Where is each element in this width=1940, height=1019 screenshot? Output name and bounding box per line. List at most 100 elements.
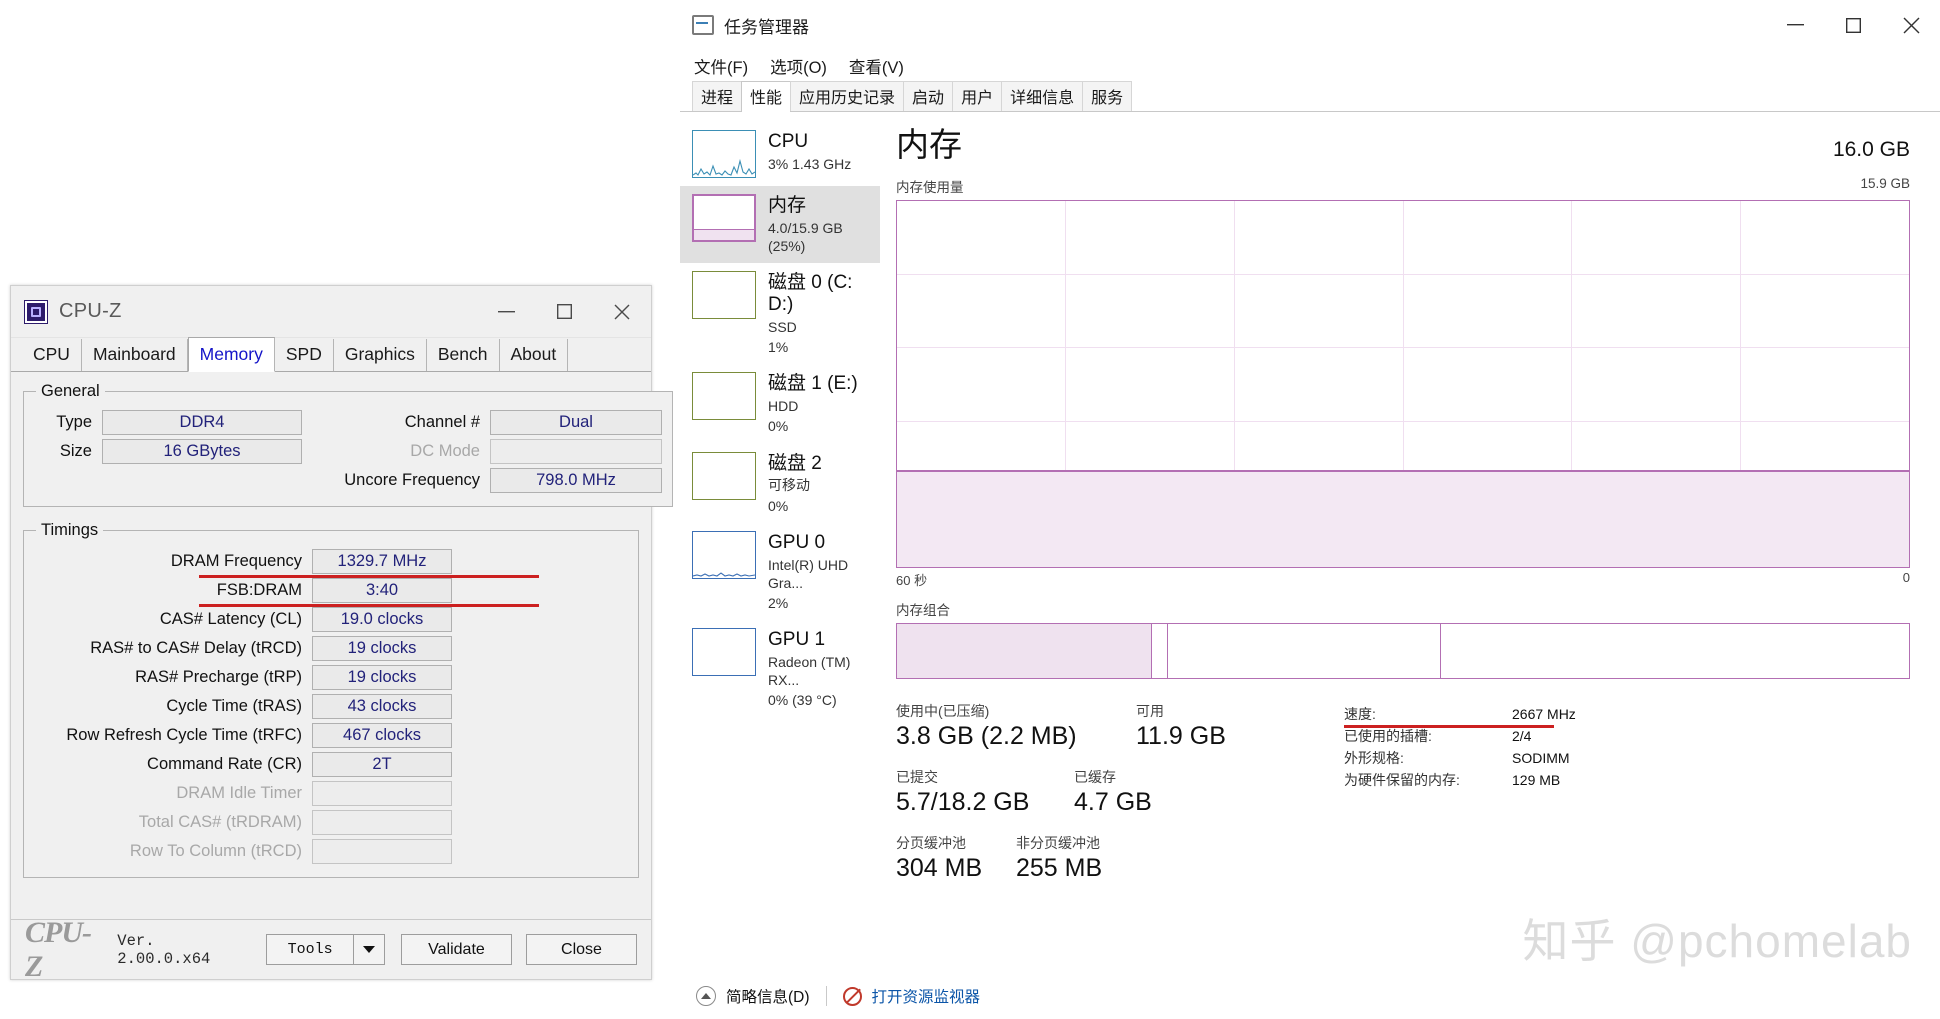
task-manager-window: 任务管理器 文件(F) 选项(O) 查看(V) 进程 性能 应用历史记录 启动 … [680,0,1940,1019]
timings-rows: DRAM Frequency 1329.7 MHz FSB:DRAM 3:40 … [34,548,628,864]
detail-form-factor-label: 外形规格: [1344,750,1404,767]
taskmgr-main: CPU 3% 1.43 GHz 内存 4.0/15.9 GB (25%) 磁盘 … [680,112,1940,973]
detail-speed-label: 速度: [1344,706,1376,722]
menu-file[interactable]: 文件(F) [694,54,748,78]
cpuz-tab-graphics[interactable]: Graphics [333,339,427,371]
taskmgr-window-title: 任务管理器 [724,17,809,37]
trfc-label: Row Refresh Cycle Time (tRFC) [66,725,302,744]
close-button[interactable]: Close [525,934,637,965]
timing-row-cas-latency: CAS# Latency (CL) 19.0 clocks [42,606,628,632]
sidebar-item-disk-2[interactable]: 磁盘 2 可移动 0% [680,444,880,523]
memory-usage-label: 内存使用量 [896,180,964,195]
sidebar-item-gpu-1[interactable]: GPU 1 Radeon (TM) RX... 0% (39 °C) [680,620,880,717]
sidebar-item-disk-2-sub2: 0% [768,497,789,514]
field-type: Type DDR4 [34,409,330,435]
tab-performance[interactable]: 性能 [741,81,792,112]
tools-button[interactable]: Tools [266,934,353,965]
cpuz-tab-mainboard[interactable]: Mainboard [81,339,188,371]
timing-row-trdram: Total CAS# (tRDRAM) [42,809,628,835]
validate-button[interactable]: Validate [400,934,512,965]
stat-committed-value: 5.7/18.2 GB [896,788,1030,816]
menu-options[interactable]: 选项(O) [770,54,827,78]
uncore-label: Uncore Frequency [344,470,480,489]
stat-nonpaged-pool-value: 255 MB [1016,854,1103,882]
shield-icon [842,986,862,1006]
sidebar-item-disk-2-label: 磁盘 2 [768,452,822,474]
field-dc-mode: DC Mode [330,438,662,464]
tab-startup[interactable]: 启动 [903,81,954,111]
detail-form-factor: 外形规格: SODIMM [1344,747,1576,769]
detail-speed: 速度: 2667 MHz [1344,703,1576,725]
menu-view[interactable]: 查看(V) [849,54,904,78]
sidebar-item-disk-0[interactable]: 磁盘 0 (C: D:) SSD 1% [680,263,880,364]
memory-usage-area [897,470,1909,567]
dram-frequency-value: 1329.7 MHz [312,548,452,574]
dram-idle-timer-label: DRAM Idle Timer [176,783,302,802]
stats-row-3: 分页缓冲池 304 MB 非分页缓冲池 255 MB [896,833,1326,883]
cpuz-window-title: CPU-Z [59,300,122,322]
sidebar-item-cpu-label: CPU [768,131,809,152]
tools-dropdown-button[interactable] [352,934,385,965]
dram-frequency-label: DRAM Frequency [170,551,302,570]
sidebar-item-memory[interactable]: 内存 4.0/15.9 GB (25%) [680,186,880,264]
sidebar-item-disk-2-text: 磁盘 2 可移动 0% [768,452,822,515]
sidebar-item-cpu[interactable]: CPU 3% 1.43 GHz [680,122,880,186]
sidebar-item-gpu-1-sub1: Radeon (TM) RX... [768,653,851,689]
maximize-icon[interactable] [535,286,593,337]
cpuz-tab-memory[interactable]: Memory [187,337,275,372]
stat-in-use-label: 使用中(已压缩) [896,703,990,719]
detail-form-factor-value: SODIMM [1512,750,1570,767]
memory-statistics: 使用中(已压缩) 3.8 GB (2.2 MB) 可用 11.9 GB 已提交 … [896,701,1910,883]
trp-label: RAS# Precharge (tRP) [135,667,302,686]
type-value: DDR4 [102,409,302,435]
chevron-up-icon[interactable] [696,986,716,1006]
performance-sidebar: CPU 3% 1.43 GHz 内存 4.0/15.9 GB (25%) 磁盘 … [680,112,880,973]
stat-committed-label: 已提交 [896,769,938,785]
stat-available-value: 11.9 GB [1136,722,1226,750]
sidebar-item-gpu-0-sub2: 2% [768,594,789,611]
stats-row-1: 使用中(已压缩) 3.8 GB (2.2 MB) 可用 11.9 GB [896,701,1326,751]
sidebar-item-disk-0-text: 磁盘 0 (C: D:) SSD 1% [768,271,872,356]
open-resource-monitor-link[interactable]: 打开资源监视器 [872,985,981,1007]
tab-users[interactable]: 用户 [952,81,1003,111]
cpuz-tab-spd[interactable]: SPD [274,339,334,371]
memory-header: 内存 16.0 GB [896,118,1910,166]
tab-services[interactable]: 服务 [1082,81,1133,111]
tab-details[interactable]: 详细信息 [1001,81,1084,111]
taskmgr-footer: 简略信息(D) 打开资源监视器 [680,973,1940,1019]
minimize-icon[interactable] [477,286,535,337]
timing-row-command-rate: Command Rate (CR) 2T [42,751,628,777]
watermark: 知乎 @pchomelab [1522,915,1912,967]
cpuz-tab-cpu[interactable]: CPU [21,339,82,371]
cpuz-tab-bench[interactable]: Bench [426,339,500,371]
close-icon[interactable] [1882,0,1940,50]
detail-slots-used-label: 已使用的插槽: [1344,728,1432,745]
sidebar-item-gpu-0[interactable]: GPU 0 Intel(R) UHD Gra... 2% [680,523,880,620]
cpuz-tab-about[interactable]: About [499,339,569,371]
memory-composition-label: 内存组合 [896,603,950,618]
sidebar-item-disk-1[interactable]: 磁盘 1 (E:) HDD 0% [680,364,880,443]
cas-latency-label: CAS# Latency (CL) [159,609,302,628]
minimize-icon[interactable] [1766,0,1824,50]
trcd-value: 19 clocks [312,635,452,661]
axis-label-left: 60 秒 [896,573,928,588]
timing-row-dram-frequency: DRAM Frequency 1329.7 MHz [42,548,628,574]
close-icon[interactable] [593,286,651,337]
cpuz-app-icon [25,300,47,323]
annotation-underline-fsb-dram [199,604,539,607]
brief-info-button[interactable]: 简略信息(D) [726,985,810,1007]
stat-cached: 已缓存 4.7 GB [1074,767,1152,817]
timing-row-row-to-column: Row To Column (tRCD) [42,838,628,864]
maximize-icon[interactable] [1824,0,1882,50]
tab-processes[interactable]: 进程 [692,81,743,111]
uncore-value: 798.0 MHz [490,467,662,493]
memory-hardware-details: 速度: 2667 MHz 已使用的插槽: 2/4 外形规格: SODIMM 为硬… [1344,701,1576,883]
size-label: Size [59,441,92,460]
sidebar-item-gpu-1-label: GPU 1 [768,629,826,651]
sidebar-item-gpu-0-text: GPU 0 Intel(R) UHD Gra... 2% [768,531,872,612]
stat-committed: 已提交 5.7/18.2 GB [896,767,1074,817]
memory-composition-bar[interactable] [896,623,1910,679]
disk1-thumbnail-graph [692,372,756,421]
sidebar-item-disk-1-sub2: 0% [768,418,789,435]
tab-app-history[interactable]: 应用历史记录 [790,81,905,111]
